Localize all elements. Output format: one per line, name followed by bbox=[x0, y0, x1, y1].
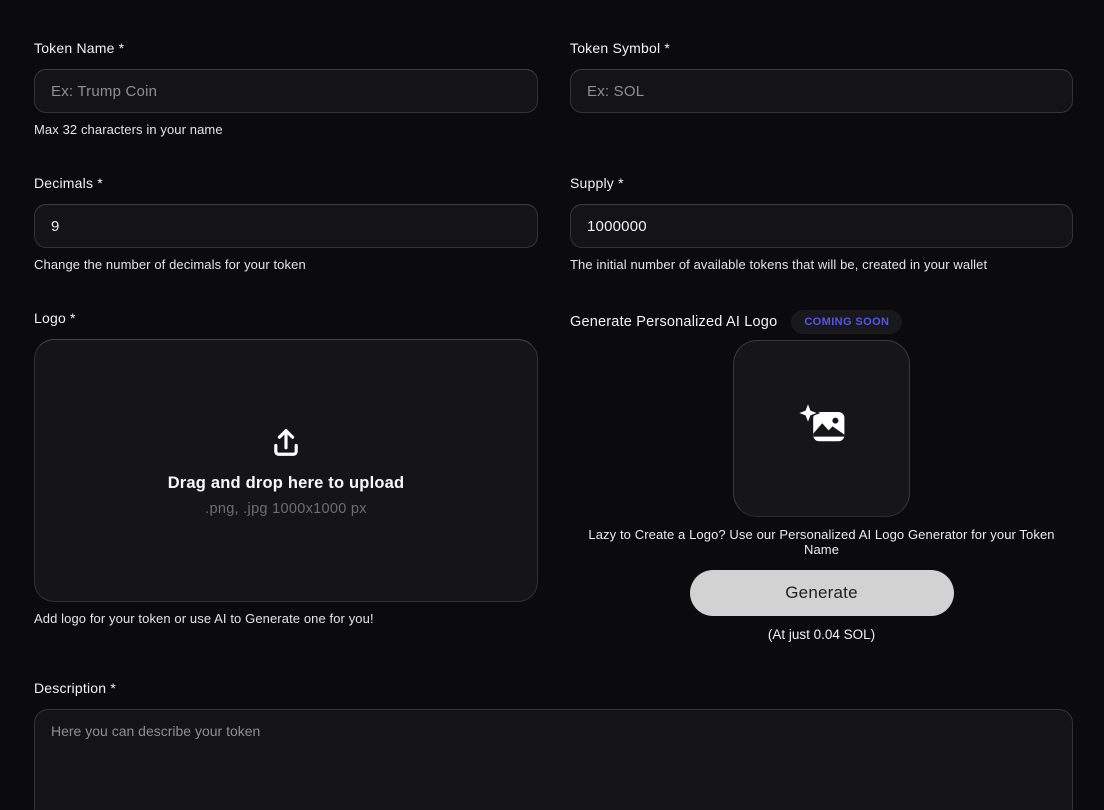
field-logo: Logo * Drag and drop here to upload .png… bbox=[34, 310, 538, 626]
supply-helper: The initial number of available tokens t… bbox=[570, 257, 988, 272]
supply-input[interactable] bbox=[570, 204, 1073, 248]
field-token-symbol: Token Symbol * bbox=[570, 40, 1073, 113]
token-name-label: Token Name * bbox=[34, 40, 125, 56]
description-textarea[interactable] bbox=[34, 709, 1073, 810]
ai-logo-header: Generate Personalized AI Logo COMING SOO… bbox=[570, 310, 1073, 334]
dropzone-title: Drag and drop here to upload bbox=[167, 473, 405, 492]
logo-dropzone[interactable]: Drag and drop here to upload .png, .jpg … bbox=[34, 339, 538, 602]
logo-label: Logo * bbox=[34, 310, 76, 326]
token-name-helper: Max 32 characters in your name bbox=[34, 122, 223, 137]
decimals-label: Decimals * bbox=[34, 175, 103, 191]
decimals-helper: Change the number of decimals for your t… bbox=[34, 257, 306, 272]
ai-logo-caption: Lazy to Create a Logo? Use our Personali… bbox=[588, 527, 1055, 557]
token-symbol-input[interactable] bbox=[570, 69, 1073, 113]
logo-helper: Add logo for your token or use AI to Gen… bbox=[34, 611, 374, 626]
ai-logo-price-note: (At just 0.04 SOL) bbox=[767, 627, 876, 642]
decimals-input[interactable] bbox=[34, 204, 538, 248]
generate-button[interactable]: Generate bbox=[689, 570, 954, 616]
ai-logo-preview bbox=[733, 340, 910, 517]
ai-logo-section: Generate Personalized AI Logo COMING SOO… bbox=[570, 310, 1073, 642]
token-name-input[interactable] bbox=[34, 69, 538, 113]
field-decimals: Decimals * Change the number of decimals… bbox=[34, 175, 538, 272]
token-creation-form: Token Name * Max 32 characters in your n… bbox=[0, 0, 1104, 810]
field-supply: Supply * The initial number of available… bbox=[570, 175, 1073, 272]
supply-label: Supply * bbox=[570, 175, 624, 191]
ai-logo-title: Generate Personalized AI Logo bbox=[570, 314, 778, 330]
description-label: Description * bbox=[34, 680, 116, 696]
coming-soon-badge: COMING SOON bbox=[791, 310, 903, 334]
field-description: Description * bbox=[34, 680, 1073, 810]
upload-icon bbox=[268, 425, 304, 466]
image-sparkle-icon bbox=[795, 400, 848, 455]
field-token-name: Token Name * Max 32 characters in your n… bbox=[34, 40, 538, 137]
dropzone-hint: .png, .jpg 1000x1000 px bbox=[205, 500, 367, 517]
token-symbol-label: Token Symbol * bbox=[570, 40, 671, 56]
form-grid: Token Name * Max 32 characters in your n… bbox=[34, 40, 1073, 810]
